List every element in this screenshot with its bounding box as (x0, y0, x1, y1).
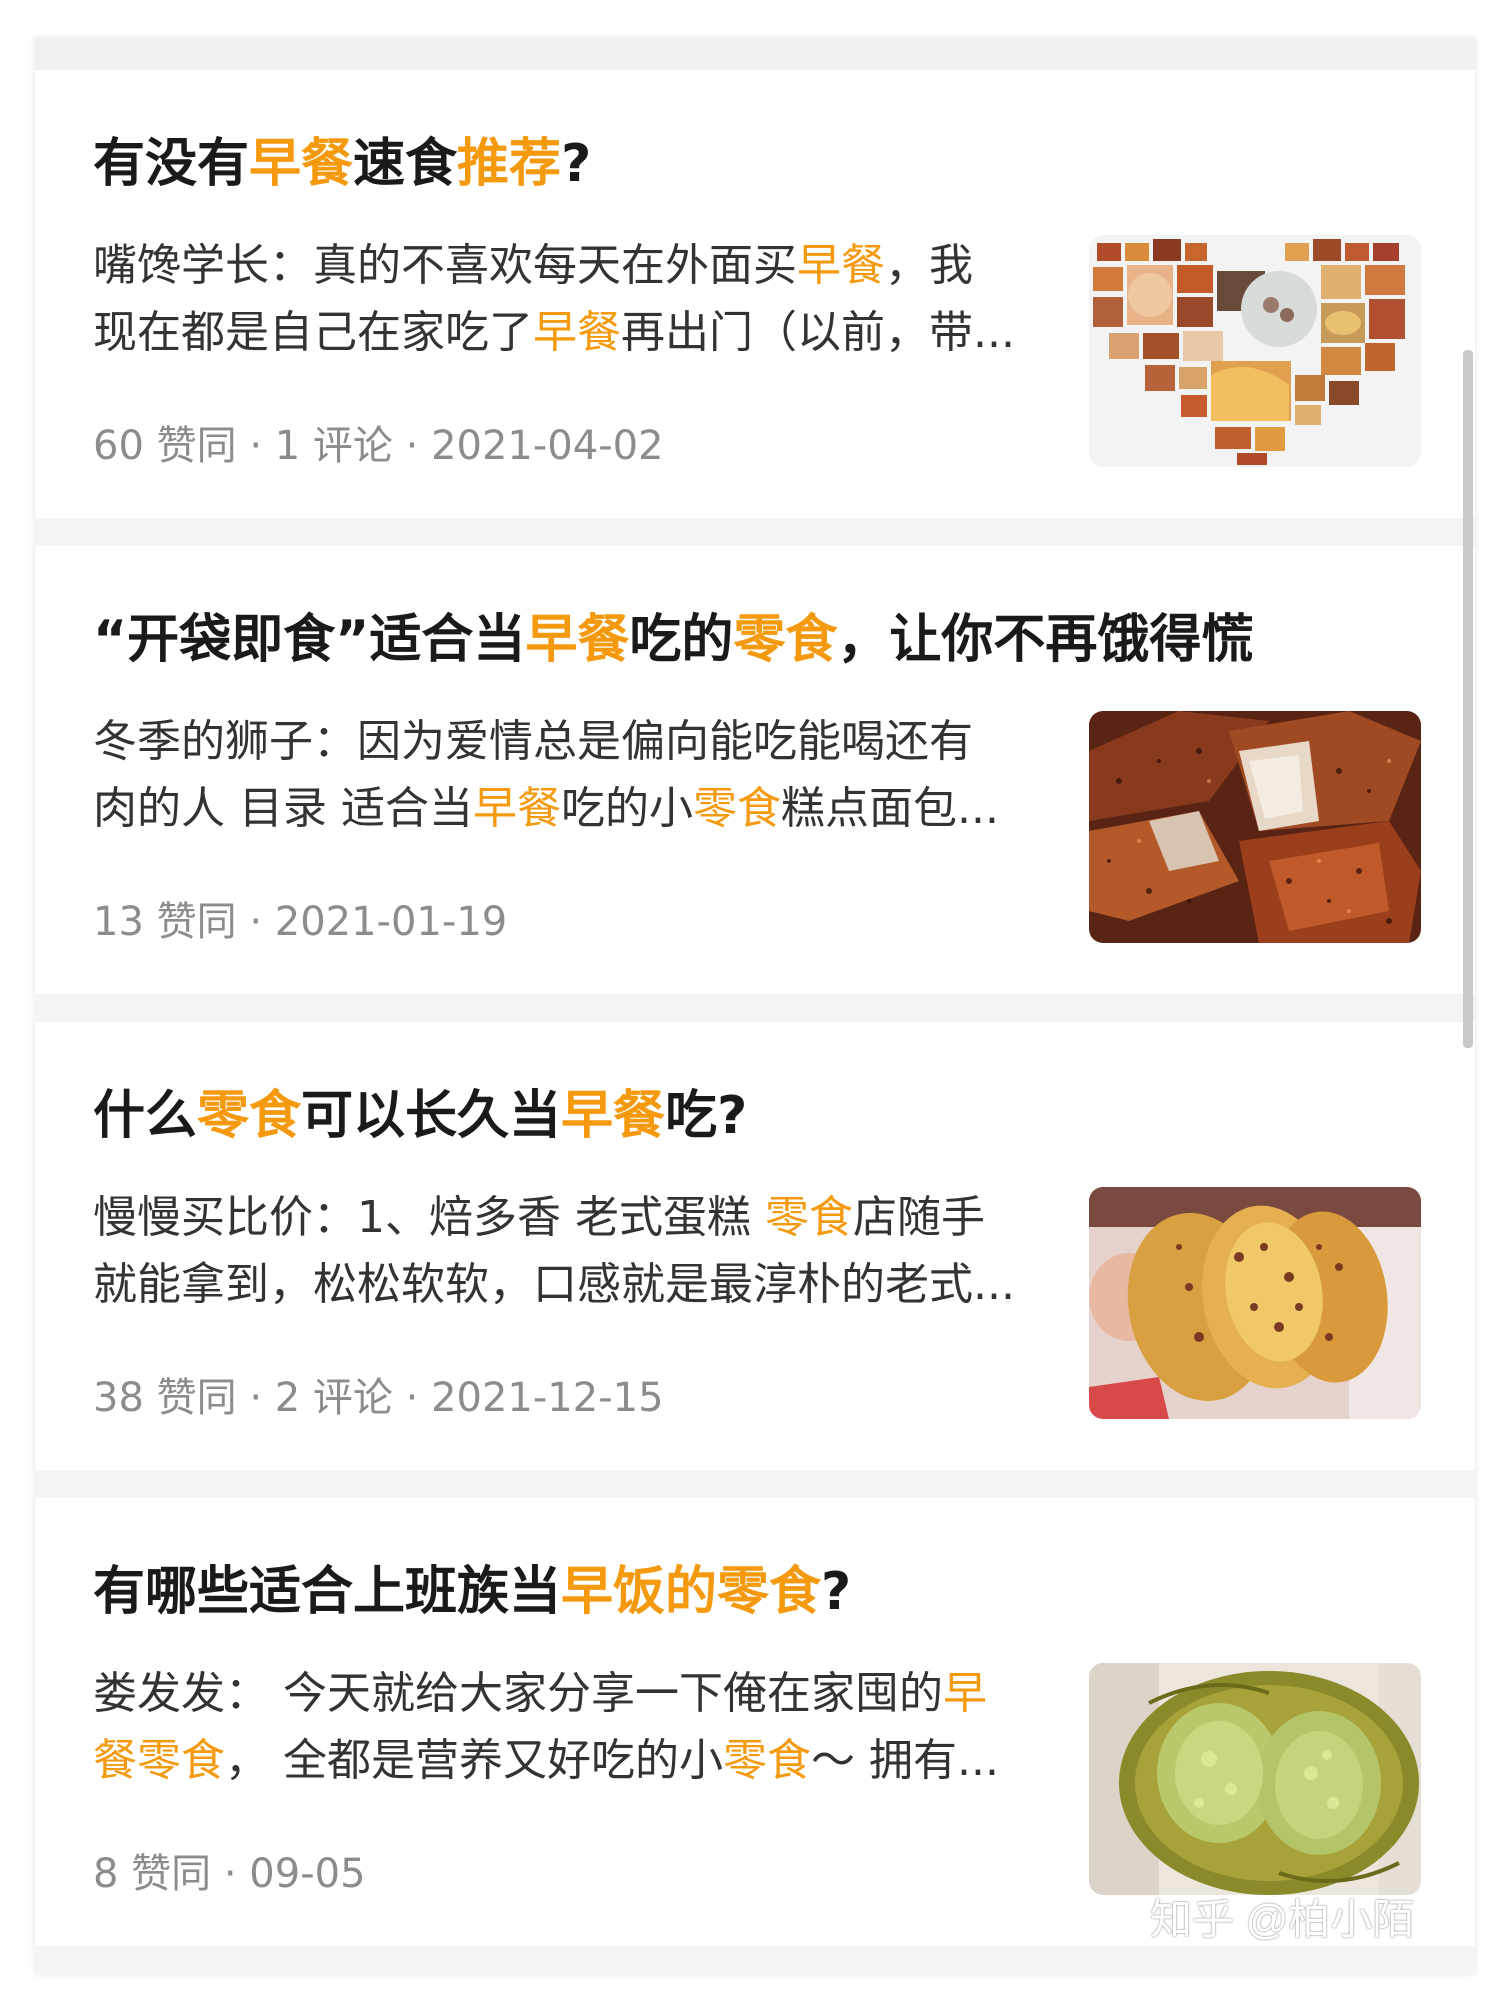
highlight-keyword: 早餐 (533, 307, 621, 358)
highlight-keyword: 零食 (764, 1192, 853, 1243)
text-segment: 慢慢买比价：1、焙多香 老式蛋糕 (93, 1192, 765, 1243)
excerpt-line: 现在都是自己在家吃了早餐再出门（以前，带... (93, 299, 1053, 366)
excerpt-line: 娄发发： 今天就给大家分享一下俺在家囤的早 (93, 1660, 1053, 1727)
text-segment: 店随手 (852, 1192, 985, 1243)
text-segment: 再出门（以前，带... (621, 307, 1015, 358)
result-excerpt[interactable]: 慢慢买比价：1、焙多香 老式蛋糕 零食店随手 就能拿到，松松软软，口感就是最淳朴… (93, 1184, 1053, 1318)
watermark: 知乎 @柏小陌 (1150, 1896, 1415, 1943)
excerpt-line: 餐零食， 全都是营养又好吃的小零食～ 拥有... (93, 1727, 1053, 1794)
text-segment: 速食 (353, 134, 458, 194)
text-segment: ， 全都是营养又好吃的小 (225, 1735, 723, 1786)
text-segment: 就能拿到，松松软软，口感就是最淳朴的老式... (93, 1259, 1015, 1310)
highlight-keyword: 餐零食 (93, 1735, 225, 1786)
spicy-fried-snack-image[interactable] (1089, 711, 1421, 943)
text-segment: 肉的人 目录 适合当 (93, 783, 473, 834)
text-segment: 吃的小 (560, 783, 693, 834)
result-card[interactable]: 有没有早餐速食推荐? 嘴馋学长：真的不喜欢每天在外面买早餐，我 现在都是自己在家… (35, 70, 1475, 518)
text-segment: ～ 拥有... (811, 1735, 999, 1786)
text-segment: ，我 (885, 240, 973, 291)
text-segment: 可以长久当 (301, 1086, 562, 1146)
text-segment: 冬季的狮子：因为爱情总是偏向能吃能喝还有 (93, 716, 973, 767)
highlight-keyword: 早餐 (472, 783, 561, 834)
highlight-keyword: 早餐 (249, 134, 354, 194)
excerpt-line: 冬季的狮子：因为爱情总是偏向能吃能喝还有 (93, 708, 1053, 775)
result-meta: 13 赞同 · 2021-01-19 (93, 899, 508, 945)
highlight-keyword: 零食 (197, 1086, 302, 1146)
result-card[interactable]: 有哪些适合上班族当早饭的零食? 娄发发： 今天就给大家分享一下俺在家囤的早 餐零… (35, 1498, 1475, 1946)
text-segment: 什么 (93, 1086, 198, 1146)
excerpt-line: 慢慢买比价：1、焙多香 老式蛋糕 零食店随手 (93, 1184, 1053, 1251)
green-pastry-image[interactable] (1089, 1663, 1421, 1895)
result-title[interactable]: “开袋即食”适合当早餐吃的零食，让你不再饿得慌 (93, 604, 1333, 676)
result-excerpt[interactable]: 娄发发： 今天就给大家分享一下俺在家囤的早 餐零食， 全都是营养又好吃的小零食～… (93, 1660, 1053, 1794)
highlight-keyword: 推荐 (457, 134, 562, 194)
text-segment: ? (561, 134, 592, 194)
highlight-keyword: 早餐 (525, 610, 630, 670)
text-segment: ? (821, 1562, 852, 1622)
highlight-keyword: 零食 (692, 783, 781, 834)
result-title[interactable]: 什么零食可以长久当早餐吃? (93, 1080, 1333, 1152)
result-card[interactable]: “开袋即食”适合当早餐吃的零食，让你不再饿得慌 冬季的狮子：因为爱情总是偏向能吃… (35, 546, 1475, 994)
excerpt-line: 嘴馋学长：真的不喜欢每天在外面买早餐，我 (93, 232, 1053, 299)
text-segment: 吃? (665, 1086, 748, 1146)
highlight-keyword: 零食 (723, 1735, 811, 1786)
result-meta: 38 赞同 · 2 评论 · 2021-12-15 (93, 1375, 664, 1421)
excerpt-line: 肉的人 目录 适合当早餐吃的小零食糕点面包... (93, 775, 1053, 842)
result-title[interactable]: 有没有早餐速食推荐? (93, 128, 1333, 200)
old-style-cake-image[interactable] (1089, 1187, 1421, 1419)
text-segment: 现在都是自己在家吃了 (93, 307, 533, 358)
result-excerpt[interactable]: 冬季的狮子：因为爱情总是偏向能吃能喝还有 肉的人 目录 适合当早餐吃的小零食糕点… (93, 708, 1053, 842)
excerpt-line: 就能拿到，松松软软，口感就是最淳朴的老式... (93, 1251, 1053, 1318)
result-title[interactable]: 有哪些适合上班族当早饭的零食? (93, 1556, 1333, 1628)
heart-food-collage-image[interactable] (1089, 235, 1421, 467)
highlight-keyword: 早 (943, 1668, 987, 1719)
result-excerpt[interactable]: 嘴馋学长：真的不喜欢每天在外面买早餐，我 现在都是自己在家吃了早餐再出门（以前，… (93, 232, 1053, 366)
text-segment: 娄发发： 今天就给大家分享一下俺在家囤的 (93, 1668, 943, 1719)
highlight-keyword: 零食 (733, 610, 838, 670)
result-meta: 8 赞同 · 09-05 (93, 1851, 366, 1897)
text-segment: “开袋即食”适合当 (93, 610, 526, 670)
highlight-keyword: 早餐 (561, 1086, 666, 1146)
top-band (35, 38, 1475, 70)
text-segment: 糕点面包... (780, 783, 999, 834)
text-segment: 有哪些适合上班族当 (93, 1562, 562, 1622)
result-card[interactable]: 什么零食可以长久当早餐吃? 慢慢买比价：1、焙多香 老式蛋糕 零食店随手 就能拿… (35, 1022, 1475, 1470)
highlight-keyword: 早饭的零食 (561, 1562, 822, 1622)
scrollbar[interactable] (1463, 350, 1473, 1048)
search-results-frame: 有没有早餐速食推荐? 嘴馋学长：真的不喜欢每天在外面买早餐，我 现在都是自己在家… (35, 38, 1475, 1974)
result-meta: 60 赞同 · 1 评论 · 2021-04-02 (93, 423, 664, 469)
text-segment: 有没有 (93, 134, 250, 194)
highlight-keyword: 早餐 (797, 240, 885, 291)
text-segment: 嘴馋学长：真的不喜欢每天在外面买 (93, 240, 797, 291)
text-segment: 吃的 (629, 610, 734, 670)
text-segment: ，让你不再饿得慌 (837, 610, 1254, 670)
